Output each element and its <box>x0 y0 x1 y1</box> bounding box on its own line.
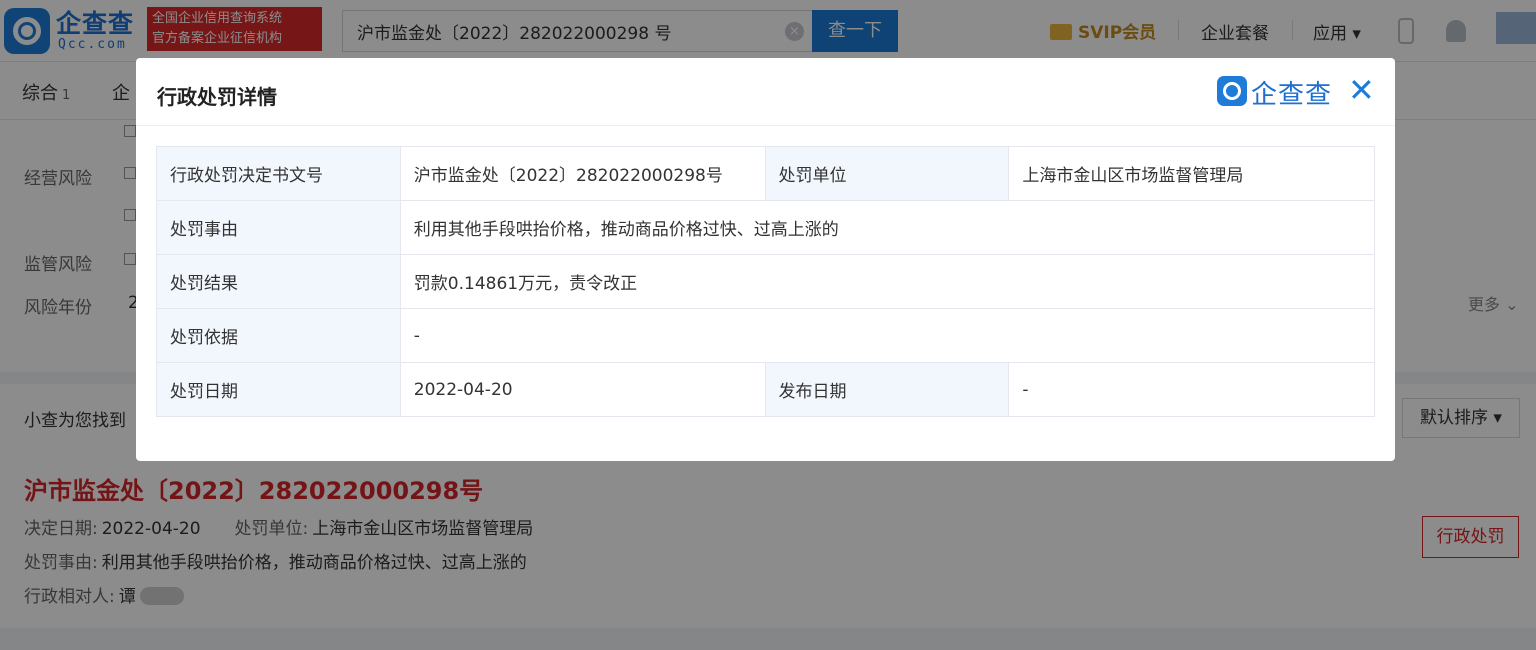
table-row: 处罚日期 2022-04-20 发布日期 - <box>156 362 1375 417</box>
table-row: 处罚事由 利用其他手段哄抬价格，推动商品价格过快、过高上涨的 <box>156 200 1376 255</box>
penalty-detail-table: 行政处罚决定书文号 沪市监金处〔2022〕282022000298号 处罚单位 … <box>156 146 1376 417</box>
result-value: 罚款0.14861万元，责令改正 <box>399 254 1376 309</box>
penalty-date-value: 2022-04-20 <box>399 362 766 417</box>
table-row: 处罚依据 - <box>156 308 1376 363</box>
publish-date-label: 发布日期 <box>764 362 1010 417</box>
table-row: 行政处罚决定书文号 沪市监金处〔2022〕282022000298号 处罚单位 … <box>156 146 1375 201</box>
result-label: 处罚结果 <box>156 254 401 309</box>
penalty-date-label: 处罚日期 <box>156 362 401 417</box>
table-row: 处罚结果 罚款0.14861万元，责令改正 <box>156 254 1376 309</box>
reason-value: 利用其他手段哄抬价格，推动商品价格过快、过高上涨的 <box>399 200 1376 255</box>
close-icon[interactable]: ✕ <box>1348 72 1375 108</box>
qcc-logo-icon <box>1217 76 1247 106</box>
doc-no-value: 沪市监金处〔2022〕282022000298号 <box>399 146 766 201</box>
reason-label: 处罚事由 <box>156 200 401 255</box>
modal-header: 行政处罚详情 企查查 ✕ <box>136 58 1395 126</box>
unit-label: 处罚单位 <box>764 146 1010 201</box>
publish-date-value: - <box>1008 362 1375 417</box>
doc-no-label: 行政处罚决定书文号 <box>156 146 401 201</box>
modal-brand: 企查查 <box>1251 80 1333 110</box>
modal-title: 行政处罚详情 <box>157 85 277 109</box>
basis-value: - <box>399 308 1376 363</box>
penalty-detail-modal: 行政处罚详情 企查查 ✕ 行政处罚决定书文号 沪市监金处〔2022〕282022… <box>136 58 1395 461</box>
unit-value: 上海市金山区市场监督管理局 <box>1008 146 1375 201</box>
basis-label: 处罚依据 <box>156 308 401 363</box>
